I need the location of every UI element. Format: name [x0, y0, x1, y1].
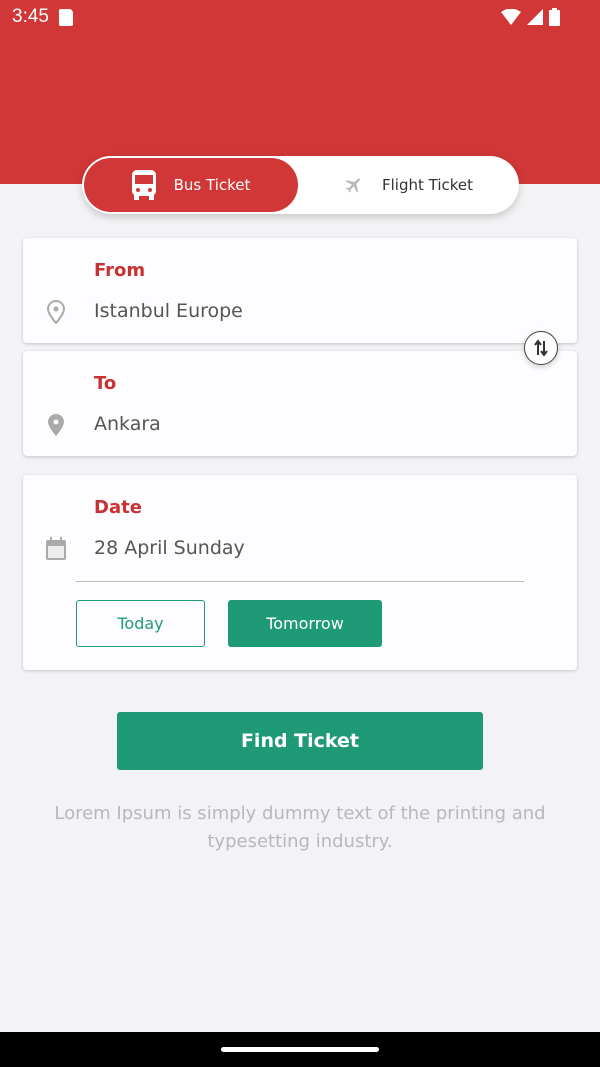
date-card: Date 28 April Sunday Today Tomorrow	[23, 475, 577, 670]
swap-button[interactable]	[524, 331, 558, 365]
calendar-icon	[46, 537, 66, 560]
airplane-icon	[345, 178, 360, 193]
date-underline	[76, 581, 524, 582]
navigation-bar	[0, 1032, 600, 1067]
tab-flight-ticket[interactable]: Flight Ticket	[300, 158, 517, 212]
clock: 3:45	[12, 6, 49, 27]
location-icon	[48, 414, 64, 436]
date-label: Date	[94, 497, 142, 518]
bus-icon	[131, 170, 156, 200]
to-value: Ankara	[94, 413, 161, 435]
bus-ticket-label: Bus Ticket	[173, 176, 251, 194]
to-label: To	[94, 373, 117, 394]
battery-icon	[549, 8, 560, 26]
tab-bus-ticket[interactable]: Bus Ticket	[84, 158, 298, 212]
wifi-icon	[501, 9, 521, 25]
sd-card-icon	[58, 8, 73, 26]
from-label: From	[94, 260, 146, 281]
home-gesture-handle[interactable]	[221, 1047, 379, 1052]
status-bar: 3:45	[12, 6, 560, 28]
location-outline-icon	[46, 300, 66, 324]
date-value[interactable]: 28 April Sunday	[94, 537, 245, 559]
to-field[interactable]: To Ankara	[23, 351, 577, 456]
today-button[interactable]: Today	[76, 600, 205, 647]
description-text: Lorem Ipsum is simply dummy text of the …	[54, 803, 546, 852]
from-value: Istanbul Europe	[94, 300, 243, 322]
from-field[interactable]: From Istanbul Europe	[23, 238, 577, 343]
ticket-type-toggle: Bus Ticket Flight Ticket	[82, 156, 519, 214]
signal-icon	[527, 9, 543, 25]
find-ticket-button[interactable]: Find Ticket	[117, 712, 483, 770]
tomorrow-button[interactable]: Tomorrow	[228, 600, 382, 647]
flight-ticket-label: Flight Ticket	[381, 176, 474, 194]
swap-vertical-icon	[534, 339, 548, 357]
